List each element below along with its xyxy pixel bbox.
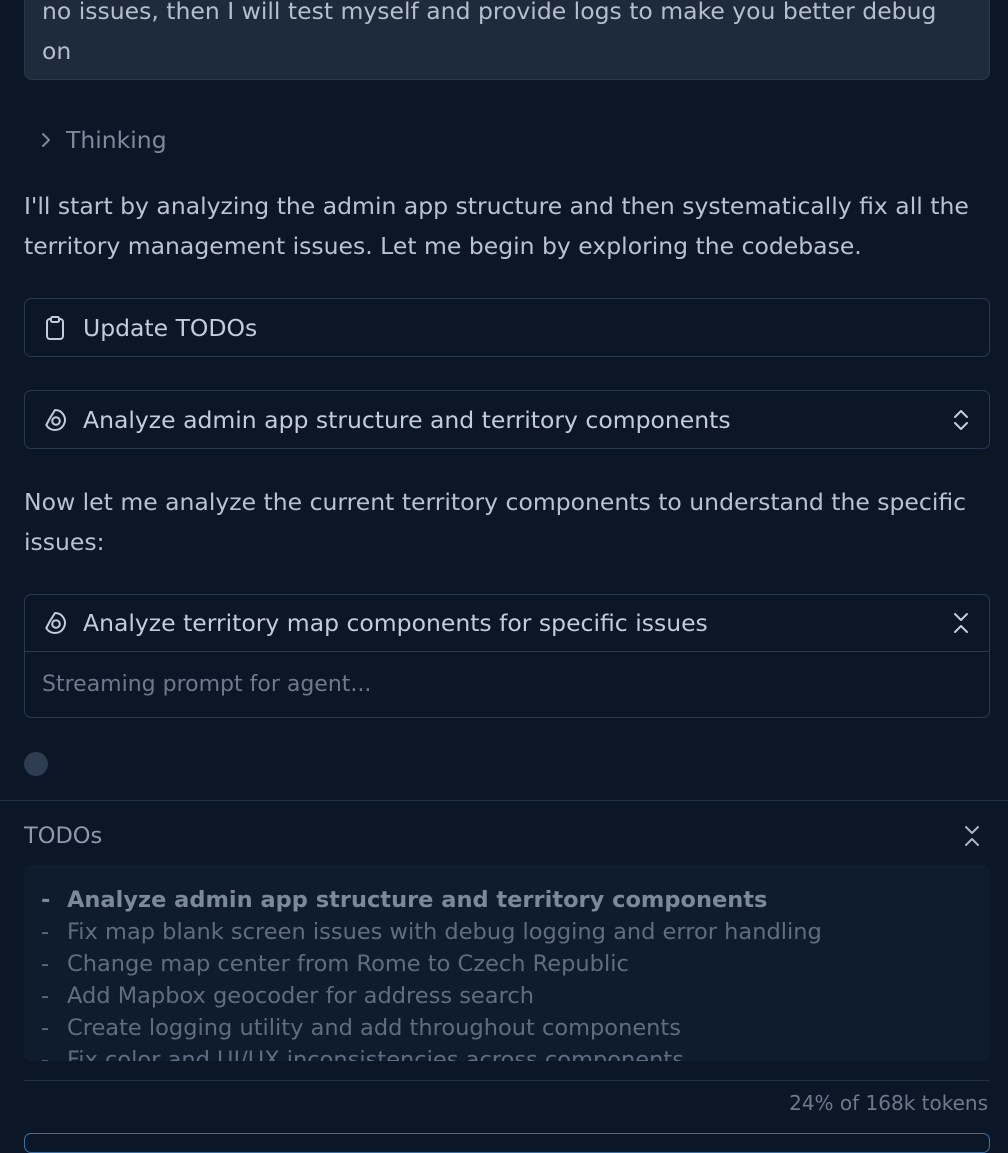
tool-call-label: Analyze admin app structure and territor… — [83, 405, 731, 434]
todos-title: TODOs — [24, 823, 103, 849]
assistant-paragraph: Now let me analyze the current territory… — [24, 488, 967, 556]
divider — [24, 1080, 990, 1081]
loading-indicator — [24, 752, 48, 776]
tool-call-label: Analyze territory map components for spe… — [83, 609, 708, 637]
tool-call-update-todos[interactable]: Update TODOs — [24, 298, 990, 357]
chevron-up-down-icon[interactable] — [949, 406, 973, 434]
tool-call-label: Update TODOs — [83, 313, 258, 342]
todo-item: - Analyze admin app structure and territ… — [41, 887, 768, 913]
chevron-collapse-icon[interactable] — [949, 609, 973, 637]
tool-call-analyze-admin[interactable]: Analyze admin app structure and territor… — [24, 390, 990, 449]
todo-item: - Create logging utility and add through… — [41, 1015, 681, 1041]
tool-call-analyze-map[interactable]: Analyze territory map components for spe… — [24, 594, 990, 718]
chevron-collapse-icon[interactable] — [960, 821, 984, 851]
chat-transcript: no issues, then I will test myself and p… — [0, 0, 1008, 800]
todos-panel: TODOs - Analyze admin app structure and … — [0, 800, 1008, 1153]
todo-item: - Fix color and UI/UX inconsistencies ac… — [41, 1047, 684, 1061]
agent-icon — [45, 612, 66, 634]
chevron-right-icon — [42, 133, 50, 147]
thinking-label: Thinking — [66, 126, 167, 154]
todos-header: TODOs — [24, 819, 984, 853]
thinking-toggle[interactable]: Thinking — [36, 122, 167, 158]
todo-item: - Change map center from Rome to Czech R… — [41, 951, 629, 977]
assistant-paragraph: I'll start by analyzing the admin app st… — [24, 192, 969, 260]
agent-icon — [45, 408, 66, 431]
streaming-status: Streaming prompt for agent... — [42, 672, 372, 697]
token-usage: 24% of 168k tokens — [789, 1091, 988, 1115]
todos-list: - Analyze admin app structure and territ… — [24, 865, 990, 1061]
todo-item: - Fix map blank screen issues with debug… — [41, 919, 822, 945]
clipboard-icon — [46, 315, 64, 340]
chat-input[interactable] — [24, 1133, 990, 1153]
user-message: no issues, then I will test myself and p… — [24, 0, 990, 80]
todo-item: - Add Mapbox geocoder for address search — [41, 983, 534, 1009]
